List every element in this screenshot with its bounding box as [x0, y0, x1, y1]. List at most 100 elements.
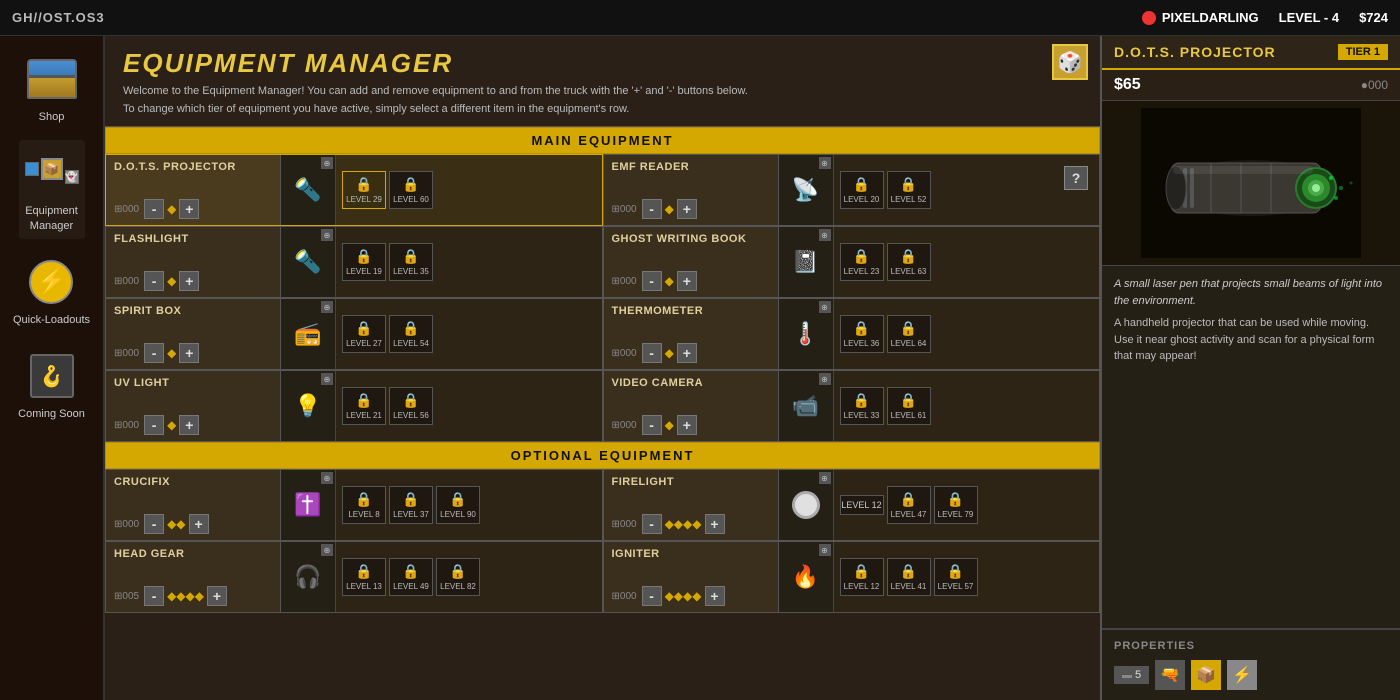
equip-name-col-emf: EMF READER ⊞000 - ◆ + [604, 155, 779, 225]
equip-tiers-video-camera: 🔒 LEVEL 33 🔒 LEVEL 61 [834, 371, 937, 441]
equip-tiers-uv-light: 🔒 LEVEL 21 🔒 LEVEL 56 [336, 371, 439, 441]
tier-slot-emf-1[interactable]: 🔒 LEVEL 20 [840, 171, 884, 209]
tier-slot-firelight-1[interactable]: LEVEL 12 [840, 495, 884, 515]
tier-slot-flashlight-1[interactable]: 🔒 LEVEL 19 [342, 243, 386, 281]
equip-minus-crucifix[interactable]: - [144, 514, 164, 534]
player-level: LEVEL - 4 [1279, 10, 1339, 25]
equip-thumb-video-camera: 📹 ⊕ [779, 371, 834, 441]
tier-slot-igniter-1[interactable]: 🔒 LEVEL 12 [840, 558, 884, 596]
equip-plus-flashlight[interactable]: + [179, 271, 199, 291]
tier-slot-emf-2[interactable]: 🔒 LEVEL 52 [887, 171, 931, 209]
tier-slot-head-gear-1[interactable]: 🔒 LEVEL 13 [342, 558, 386, 596]
equip-name-col-dots: D.O.T.S. PROJECTOR ⊞000 - ◆ + [106, 155, 281, 225]
equip-plus-head-gear[interactable]: + [207, 586, 227, 606]
equip-row-head-gear[interactable]: HEAD GEAR ⊞005 - ◆◆◆◆ + 🎧 ⊕ [105, 541, 603, 613]
tier-slot-crucifix-2[interactable]: 🔒 LEVEL 37 [389, 486, 433, 524]
equip-row-flashlight[interactable]: FLASHLIGHT ⊞000 - ◆ + 🔦 ⊕ [105, 226, 603, 298]
equip-thumb-flashlight: 🔦 ⊕ [281, 227, 336, 297]
tier-slot-spirit-box-2[interactable]: 🔒 LEVEL 54 [389, 315, 433, 353]
tier-slot-video-camera-2[interactable]: 🔒 LEVEL 61 [887, 387, 931, 425]
tier-slot-uv-light-2[interactable]: 🔒 LEVEL 56 [389, 387, 433, 425]
equip-minus-spirit-box[interactable]: - [144, 343, 164, 363]
equip-tiers-igniter: 🔒 LEVEL 12 🔒 LEVEL 41 🔒 LEVEL 57 [834, 542, 984, 612]
equip-row-spirit-box[interactable]: SPIRIT BOX ⊞000 - ◆ + 📻 ⊕ [105, 298, 603, 370]
sidebar-item-coming-soon[interactable]: 🪝 Coming Soon [12, 343, 91, 427]
tier-slot-ghost-writing-1[interactable]: 🔒 LEVEL 23 [840, 243, 884, 281]
equip-row-firelight[interactable]: FIRELIGHT ⊞000 - ◆◆◆◆ + ⊕ [603, 469, 1101, 541]
player-status-dot [1142, 11, 1156, 25]
lock-icon: 🔒 [355, 392, 372, 409]
sidebar-label-quick-loadouts: Quick-Loadouts [13, 313, 90, 327]
tier-slot-head-gear-2[interactable]: 🔒 LEVEL 49 [389, 558, 433, 596]
detail-desc-italic: A small laser pen that projects small be… [1114, 276, 1388, 309]
equip-row-igniter[interactable]: IGNITER ⊞000 - ◆◆◆◆ + 🔥 ⊕ [603, 541, 1101, 613]
cube-button[interactable]: 🎲 [1052, 44, 1088, 80]
tier-level-flashlight-2: LEVEL 35 [393, 267, 429, 276]
equip-plus-uv-light[interactable]: + [179, 415, 199, 435]
equip-controls-emf: ⊞000 - ◆ + [612, 199, 770, 219]
equip-minus-thermometer[interactable]: - [642, 343, 662, 363]
tier-level-uv-light-2: LEVEL 56 [393, 411, 429, 420]
equip-plus-igniter[interactable]: + [705, 586, 725, 606]
equip-tiers-emf: 🔒 LEVEL 20 🔒 LEVEL 52 [834, 155, 937, 225]
tier-slot-igniter-3[interactable]: 🔒 LEVEL 57 [934, 558, 978, 596]
tier-slot-crucifix-1[interactable]: 🔒 LEVEL 8 [342, 486, 386, 524]
tier-slot-dots-2[interactable]: 🔒 LEVEL 60 [389, 171, 433, 209]
equip-row-emf[interactable]: EMF READER ⊞000 - ◆ + 📡 ⊕ [603, 154, 1101, 226]
equip-minus-igniter[interactable]: - [642, 586, 662, 606]
equip-minus-firelight[interactable]: - [642, 514, 662, 534]
equip-minus-video-camera[interactable]: - [642, 415, 662, 435]
equip-plus-thermometer[interactable]: + [677, 343, 697, 363]
equip-minus-uv-light[interactable]: - [144, 415, 164, 435]
equip-thumb-uv-light: 💡 ⊕ [281, 371, 336, 441]
equip-row-thermometer[interactable]: THERMOMETER ⊞000 - ◆ + 🌡️ ⊕ [603, 298, 1101, 370]
equip-plus-emf[interactable]: + [677, 199, 697, 219]
sidebar-item-quick-loadouts[interactable]: ⚡ Quick-Loadouts [7, 249, 96, 333]
tier-slot-dots-1[interactable]: 🔒 LEVEL 29 [342, 171, 386, 209]
equip-row-uv-light[interactable]: UV LIGHT ⊞000 - ◆ + 💡 ⊕ [105, 370, 603, 442]
equip-plus-ghost-writing[interactable]: + [677, 271, 697, 291]
tier-slot-flashlight-2[interactable]: 🔒 LEVEL 35 [389, 243, 433, 281]
tier-slot-igniter-2[interactable]: 🔒 LEVEL 41 [887, 558, 931, 596]
equip-plus-crucifix[interactable]: + [189, 514, 209, 534]
equip-row-crucifix[interactable]: CRUCIFIX ⊞000 - ◆◆ + ✝️ ⊕ [105, 469, 603, 541]
equip-thumb-emf: 📡 ⊕ [779, 155, 834, 225]
sidebar-label-coming-soon: Coming Soon [18, 407, 85, 421]
equipment-area[interactable]: MAIN EQUIPMENT D.O.T.S. PROJECTOR ⊞000 -… [105, 127, 1100, 700]
equip-controls-firelight: ⊞000 - ◆◆◆◆ + [612, 514, 770, 534]
equip-minus-emf[interactable]: - [642, 199, 662, 219]
equip-plus-firelight[interactable]: + [705, 514, 725, 534]
equip-minus-dots[interactable]: - [144, 199, 164, 219]
tier-slot-crucifix-3[interactable]: 🔒 LEVEL 90 [436, 486, 480, 524]
equip-name-spirit-box: SPIRIT BOX [114, 305, 272, 317]
equip-plus-spirit-box[interactable]: + [179, 343, 199, 363]
tier-slot-firelight-3[interactable]: 🔒 LEVEL 79 [934, 486, 978, 524]
tier-slot-firelight-2[interactable]: 🔒 LEVEL 47 [887, 486, 931, 524]
content-header: EQUIPMENT MANAGER Welcome to the Equipme… [105, 36, 1100, 127]
lock-icon: 🔒 [355, 248, 372, 265]
equip-plus-dots[interactable]: + [179, 199, 199, 219]
prop-icon-lightning: ⚡ [1227, 660, 1257, 690]
equip-name-crucifix: CRUCIFIX [114, 476, 272, 488]
sidebar-item-shop[interactable]: Shop [19, 46, 85, 130]
tier-slot-head-gear-3[interactable]: 🔒 LEVEL 82 [436, 558, 480, 596]
lock-icon: 🔒 [449, 491, 466, 508]
tier-slot-video-camera-1[interactable]: 🔒 LEVEL 33 [840, 387, 884, 425]
equip-minus-flashlight[interactable]: - [144, 271, 164, 291]
equip-diamond-head-gear: ◆◆◆◆ [167, 589, 204, 603]
tier-slot-thermometer-2[interactable]: 🔒 LEVEL 64 [887, 315, 931, 353]
sidebar-item-equipment-manager[interactable]: 📦 👻 EquipmentManager [19, 140, 85, 239]
tier-slot-spirit-box-1[interactable]: 🔒 LEVEL 27 [342, 315, 386, 353]
equip-plus-video-camera[interactable]: + [677, 415, 697, 435]
equip-row-ghost-writing[interactable]: GHOST WRITING BOOK ⊞000 - ◆ + 📓 ⊕ [603, 226, 1101, 298]
tier-slot-ghost-writing-2[interactable]: 🔒 LEVEL 63 [887, 243, 931, 281]
tier-level-crucifix-2: LEVEL 37 [393, 510, 429, 519]
tier-slot-thermometer-1[interactable]: 🔒 LEVEL 36 [840, 315, 884, 353]
help-button[interactable]: ? [1064, 166, 1088, 190]
equip-minus-ghost-writing[interactable]: - [642, 271, 662, 291]
equip-row-dots-projector[interactable]: D.O.T.S. PROJECTOR ⊞000 - ◆ + 🔦 ⊕ [105, 154, 603, 226]
detail-price: $65 [1114, 76, 1141, 94]
tier-slot-uv-light-1[interactable]: 🔒 LEVEL 21 [342, 387, 386, 425]
equip-row-video-camera[interactable]: VIDEO CAMERA ⊞000 - ◆ + 📹 ⊕ [603, 370, 1101, 442]
equip-minus-head-gear[interactable]: - [144, 586, 164, 606]
